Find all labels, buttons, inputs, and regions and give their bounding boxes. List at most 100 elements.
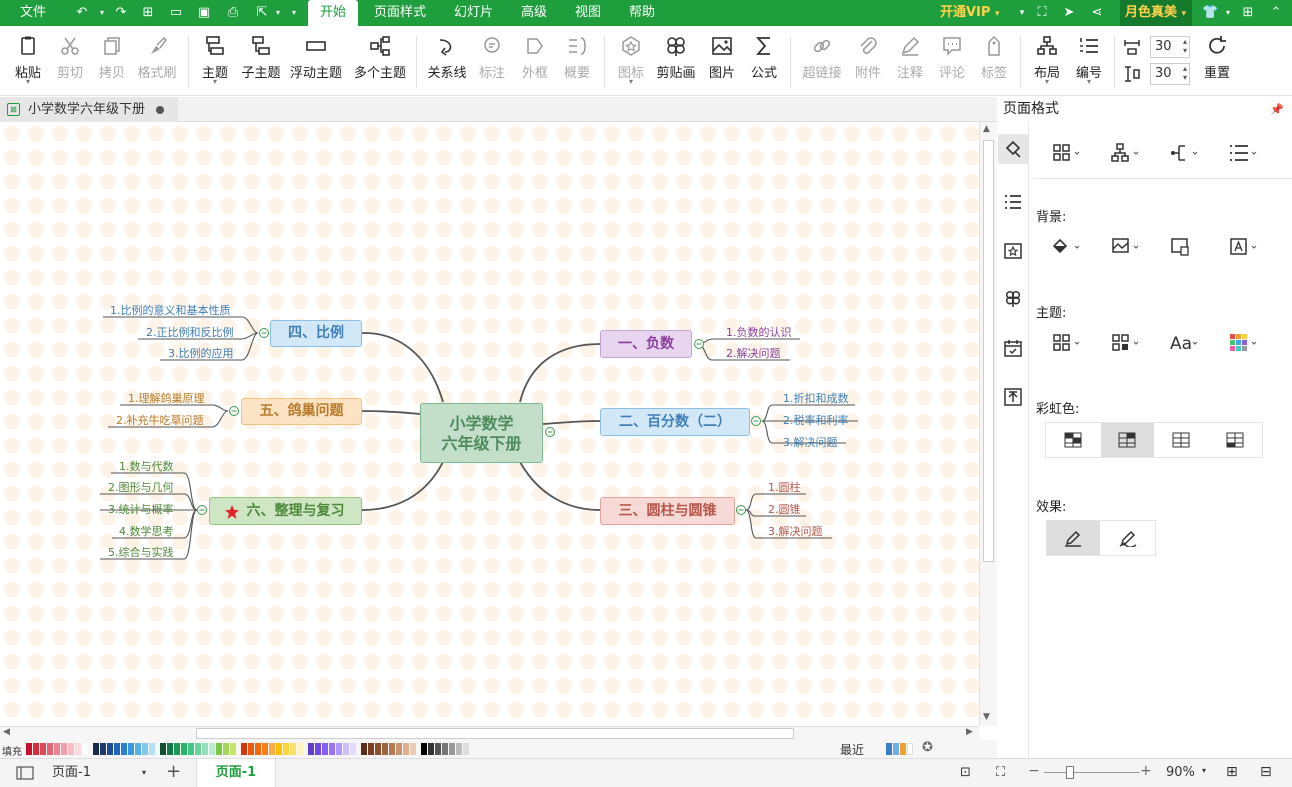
color-swatch[interactable]	[160, 743, 166, 755]
color-swatch[interactable]	[216, 743, 222, 755]
color-swatch[interactable]	[470, 743, 476, 755]
boundary-button[interactable]: 外框	[518, 34, 552, 81]
color-swatch[interactable]	[241, 743, 247, 755]
color-swatch[interactable]	[456, 743, 462, 755]
horizontal-scrollbar[interactable]: ◀ ▶	[0, 726, 979, 740]
hyperlink-button[interactable]: 超链接	[800, 34, 844, 81]
branch-topic-3[interactable]: 三、圆柱与圆锥	[600, 497, 735, 525]
subtopic[interactable]: 2.圆锥	[768, 503, 801, 517]
color-swatch[interactable]	[269, 743, 275, 755]
color-swatch[interactable]	[410, 743, 416, 755]
fit-page-icon[interactable]: ⊡	[960, 765, 971, 780]
color-swatch[interactable]	[248, 743, 254, 755]
color-swatch[interactable]	[209, 743, 215, 755]
color-swatch[interactable]	[61, 743, 67, 755]
pin-icon[interactable]: 📌	[1270, 97, 1284, 122]
theme-style-icon[interactable]	[1110, 332, 1140, 354]
color-swatch[interactable]	[435, 743, 441, 755]
color-swatch[interactable]	[382, 743, 388, 755]
vertical-spacing-input[interactable]: 30 ▴ ▾	[1150, 63, 1190, 85]
undo-dropdown-icon[interactable]: ▾	[94, 5, 110, 21]
color-swatch[interactable]	[167, 743, 173, 755]
branch-topic-2[interactable]: 二、百分数（二）	[600, 408, 750, 436]
zoom-slider-track[interactable]	[1044, 772, 1140, 773]
reset-button[interactable]: 重置	[1200, 34, 1234, 81]
color-swatch[interactable]	[322, 743, 328, 755]
horizontal-scroll-thumb[interactable]	[196, 728, 794, 739]
recent-swatch[interactable]	[900, 743, 906, 755]
subtopic[interactable]: 2.税率和利率	[783, 414, 849, 428]
mindmap-canvas[interactable]: 小学数学 六年级下册 一、负数 二、百分数（二） 三、圆柱与圆锥 四、比例 五、…	[0, 122, 979, 726]
color-swatch[interactable]	[361, 743, 367, 755]
print-icon[interactable]: ⎙	[225, 5, 241, 21]
color-swatch[interactable]	[181, 743, 187, 755]
horizontal-spacing-input[interactable]: 30 ▴ ▾	[1150, 36, 1190, 58]
scroll-up-icon[interactable]: ▲	[983, 124, 990, 134]
tab-advanced[interactable]: 高级	[521, 0, 547, 26]
subtopic[interactable]: 1.比例的意义和基本性质	[110, 304, 231, 318]
zoom-slider-thumb[interactable]	[1066, 766, 1074, 779]
color-swatch[interactable]	[26, 743, 32, 755]
undo-icon[interactable]: ↶	[74, 5, 90, 21]
color-swatch[interactable]	[343, 743, 349, 755]
tab-help[interactable]: 帮助	[629, 0, 655, 26]
save-icon[interactable]: ▣	[196, 5, 212, 21]
background-remove-icon[interactable]	[1169, 236, 1199, 258]
document-tab[interactable]: ⊠ 小学数学六年级下册	[0, 97, 178, 122]
icon-library-icon[interactable]	[1003, 240, 1023, 260]
color-swatch[interactable]	[396, 743, 402, 755]
review-button[interactable]: 评论	[936, 34, 968, 81]
recent-swatch[interactable]	[886, 743, 892, 755]
open-folder-icon[interactable]: ▭	[168, 5, 184, 21]
chevron-down-icon[interactable]: ▾	[1014, 5, 1030, 21]
apps-grid-icon[interactable]: ⊞	[1240, 5, 1256, 21]
attachment-button[interactable]: 附件	[852, 34, 884, 81]
zoom-in-icon[interactable]: +	[1140, 763, 1152, 779]
tab-slides[interactable]: 幻灯片	[454, 0, 493, 26]
color-swatch[interactable]	[128, 743, 134, 755]
branch-topic-6[interactable]: 六、整理与复习	[209, 497, 362, 525]
color-swatch[interactable]	[142, 743, 148, 755]
color-swatch[interactable]	[47, 743, 53, 755]
scroll-right-icon[interactable]: ▶	[966, 727, 973, 737]
color-swatch[interactable]	[174, 743, 180, 755]
floating-topic-button[interactable]: 浮动主题	[288, 34, 344, 81]
presentation-icon[interactable]: ⊟	[1260, 764, 1272, 780]
color-swatch[interactable]	[135, 743, 141, 755]
color-swatch[interactable]	[255, 743, 261, 755]
subtopic[interactable]: 2.解决问题	[726, 347, 781, 361]
fullscreen-view-icon[interactable]: ⛶	[996, 765, 1005, 780]
color-swatch[interactable]	[368, 743, 374, 755]
tag-button[interactable]: 标签	[978, 34, 1010, 81]
color-swatch[interactable]	[449, 743, 455, 755]
color-swatch[interactable]	[421, 743, 427, 755]
unsaved-dot-icon[interactable]	[156, 106, 164, 114]
vip-button[interactable]: 开通VIP ▾	[940, 0, 1000, 26]
callout-button[interactable]: 标注	[476, 34, 508, 81]
user-account[interactable]: 月色真美 ▾	[1120, 0, 1192, 26]
subtopic[interactable]: 1.理解鸽巢原理	[128, 392, 205, 406]
color-swatch[interactable]	[40, 743, 46, 755]
redo-icon[interactable]: ↷	[113, 5, 129, 21]
font-aa-icon[interactable]: Aa	[1169, 332, 1199, 354]
vertical-scrollbar[interactable]: ▲ ▼	[979, 122, 997, 726]
connector-style-icon[interactable]	[1169, 142, 1199, 164]
task-calendar-icon[interactable]	[1003, 338, 1023, 358]
paste-button[interactable]: 粘贴 ▾	[12, 34, 44, 86]
subtopic[interactable]: 5.综合与实践	[108, 546, 174, 560]
recent-swatch[interactable]	[893, 743, 899, 755]
color-swatch[interactable]	[290, 743, 296, 755]
color-swatch[interactable]	[276, 743, 282, 755]
subtopic[interactable]: 4.数学思考	[119, 525, 174, 539]
color-swatch[interactable]	[463, 743, 469, 755]
zoom-dropdown-icon[interactable]: ▾	[1202, 766, 1206, 775]
color-swatch[interactable]	[54, 743, 60, 755]
color-swatch[interactable]	[149, 743, 155, 755]
numbering-style-icon[interactable]	[1228, 142, 1258, 164]
color-scheme-icon[interactable]	[1228, 332, 1258, 354]
menu-file[interactable]: 文件	[20, 0, 46, 26]
color-swatch[interactable]	[283, 743, 289, 755]
color-swatch[interactable]	[315, 743, 321, 755]
color-swatch[interactable]	[403, 743, 409, 755]
rainbow-option-icon[interactable]	[1118, 432, 1136, 448]
